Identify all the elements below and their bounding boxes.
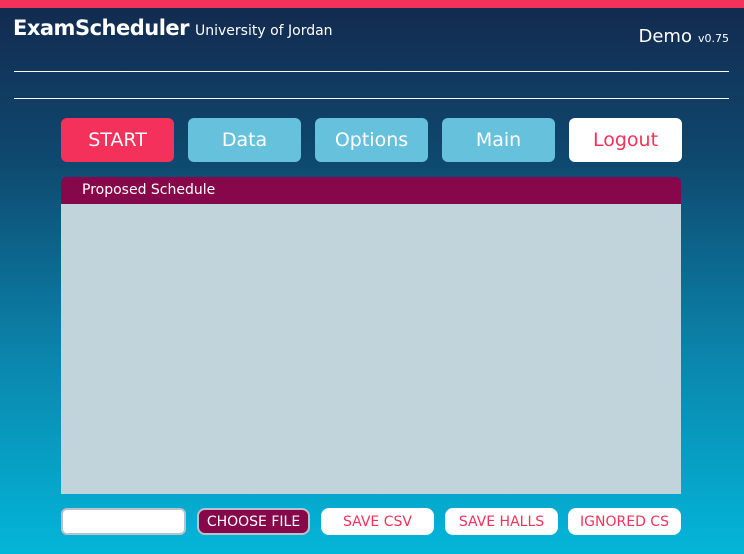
save-halls-button[interactable]: SAVE HALLS: [445, 508, 558, 535]
app-name: ExamScheduler: [13, 16, 190, 40]
logout-button[interactable]: Logout: [569, 118, 682, 162]
proposed-schedule-panel: Proposed Schedule: [61, 177, 681, 494]
options-button[interactable]: Options: [315, 118, 428, 162]
save-csv-button[interactable]: SAVE CSV: [321, 508, 434, 535]
choose-file-button[interactable]: CHOOSE FILE: [197, 508, 310, 535]
main-button[interactable]: Main: [442, 118, 555, 162]
top-accent-strip: [0, 0, 744, 8]
schedule-content-area[interactable]: [61, 204, 681, 494]
version-area: Demo v0.75: [639, 26, 730, 47]
demo-label: Demo: [638, 26, 692, 47]
institution-name: University of Jordan: [195, 23, 333, 39]
file-name-field[interactable]: [61, 508, 186, 535]
brand: ExamScheduler University of Jordan: [13, 16, 333, 40]
ignored-cs-button[interactable]: IGNORED CS: [568, 508, 681, 535]
panel-title: Proposed Schedule: [61, 177, 681, 204]
start-button[interactable]: START: [61, 118, 174, 162]
divider-bottom: [14, 98, 729, 99]
data-button[interactable]: Data: [188, 118, 301, 162]
version-label: v0.75: [697, 32, 729, 45]
divider-top: [14, 71, 729, 72]
